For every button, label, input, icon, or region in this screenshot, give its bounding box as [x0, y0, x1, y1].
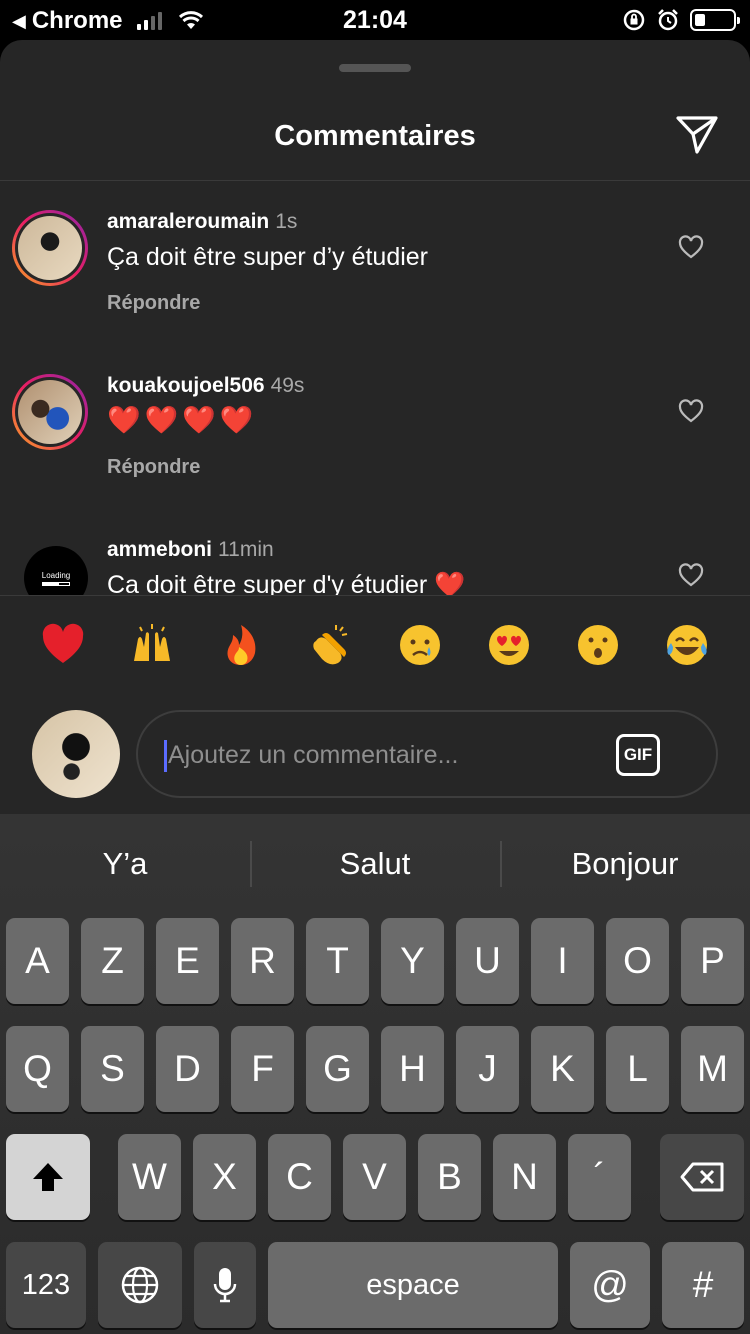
comment-username[interactable]: kouakoujoel506	[107, 374, 265, 397]
key[interactable]: I	[531, 918, 594, 1004]
comment-text: Ça doit être super d’y étudier	[107, 243, 429, 271]
status-bar: ◀ Chrome 21:04	[0, 0, 750, 40]
comment-header: ammeboni 11min	[107, 538, 274, 562]
my-avatar	[32, 710, 120, 798]
like-heart-icon[interactable]	[678, 399, 704, 425]
comment-input-placeholder: Ajoutez un commentaire...	[168, 741, 459, 769]
crying-face-icon[interactable]	[390, 621, 450, 680]
dictation-key[interactable]	[194, 1242, 256, 1328]
key[interactable]: P	[681, 918, 744, 1004]
suggestion-2[interactable]: Salut	[250, 814, 500, 914]
key[interactable]: Z	[81, 918, 144, 1004]
reply-button[interactable]: Répondre	[107, 456, 200, 479]
key[interactable]: S	[81, 1026, 144, 1112]
key[interactable]: ´	[568, 1134, 631, 1220]
comment-item: amaraleroumain 1s Ça doit être super d’y …	[0, 206, 750, 366]
comment-item: kouakoujoel506 49s ❤️❤️❤️❤️ Répondre	[0, 370, 750, 530]
comment-header: kouakoujoel506 49s	[107, 374, 304, 398]
tears-of-joy-face-icon[interactable]	[657, 621, 717, 680]
battery-icon	[690, 9, 740, 31]
key[interactable]: M	[681, 1026, 744, 1112]
comment-header: amaraleroumain 1s	[107, 210, 297, 234]
shift-key[interactable]	[6, 1134, 90, 1220]
orientation-lock-icon	[623, 9, 645, 31]
share-send-icon[interactable]	[674, 112, 720, 158]
clapping-hands-icon[interactable]	[300, 621, 360, 680]
avatar[interactable]	[12, 210, 88, 286]
key[interactable]: V	[343, 1134, 406, 1220]
globe-key[interactable]	[98, 1242, 182, 1328]
predictive-bar: Y’a Salut Bonjour	[0, 814, 750, 914]
text-caret	[164, 740, 167, 772]
at-key[interactable]: @	[570, 1242, 650, 1328]
comment-time: 11min	[218, 538, 274, 561]
avatar[interactable]	[12, 374, 88, 450]
key[interactable]: F	[231, 1026, 294, 1112]
quick-reactions-bar	[0, 595, 750, 705]
comment-input[interactable]: Ajoutez un commentaire... GIF	[136, 710, 718, 798]
key[interactable]: E	[156, 918, 219, 1004]
key[interactable]: W	[118, 1134, 181, 1220]
key[interactable]: X	[193, 1134, 256, 1220]
hash-key[interactable]: #	[662, 1242, 744, 1328]
red-heart-icon[interactable]	[33, 621, 93, 680]
globe-icon	[121, 1266, 159, 1304]
key[interactable]: Y	[381, 918, 444, 1004]
comments-sheet: Commentaires amaraleroumain 1s Ça doit êt…	[0, 40, 750, 814]
key[interactable]: B	[418, 1134, 481, 1220]
raised-hands-icon[interactable]	[122, 621, 182, 680]
backspace-icon	[680, 1162, 724, 1192]
comment-username[interactable]: amaraleroumain	[107, 210, 269, 233]
comment-time: 1s	[275, 210, 298, 233]
astonished-face-icon[interactable]	[568, 621, 628, 680]
sheet-title: Commentaires	[274, 120, 476, 152]
suggestion-1[interactable]: Y’a	[0, 814, 250, 914]
space-key[interactable]: espace	[268, 1242, 558, 1328]
fire-icon[interactable]	[211, 621, 271, 680]
microphone-icon	[213, 1268, 237, 1303]
comment-text: ❤️❤️❤️❤️	[107, 405, 258, 436]
comment-time: 49s	[270, 374, 305, 397]
drag-handle[interactable]	[339, 64, 411, 72]
suggestion-3[interactable]: Bonjour	[500, 814, 750, 914]
avatar[interactable]: Loading	[24, 546, 88, 595]
comment-username[interactable]: ammeboni	[107, 538, 212, 561]
key[interactable]: H	[381, 1026, 444, 1112]
shift-arrow-icon	[33, 1163, 63, 1191]
numbers-key[interactable]: 123	[6, 1242, 86, 1328]
heart-eyes-face-icon[interactable]	[479, 621, 539, 680]
key[interactable]: O	[606, 918, 669, 1004]
backspace-key[interactable]	[660, 1134, 744, 1220]
key[interactable]: J	[456, 1026, 519, 1112]
comment-text: Ca doit être super d'y étudier ❤️	[107, 571, 466, 595]
key[interactable]: G	[306, 1026, 369, 1112]
gif-button[interactable]: GIF	[616, 734, 660, 776]
keyboard: Y’a Salut Bonjour A Z E R T Y U I O P Q …	[0, 814, 750, 1334]
key[interactable]: K	[531, 1026, 594, 1112]
key[interactable]: C	[268, 1134, 331, 1220]
alarm-icon	[658, 9, 678, 31]
avatar-loading-label: Loading	[41, 570, 71, 580]
key[interactable]: L	[606, 1026, 669, 1112]
reply-button[interactable]: Répondre	[107, 292, 200, 315]
comments-list[interactable]: amaraleroumain 1s Ça doit être super d’y …	[0, 181, 750, 595]
key[interactable]: Q	[6, 1026, 69, 1112]
key[interactable]: T	[306, 918, 369, 1004]
like-heart-icon[interactable]	[678, 235, 704, 261]
key[interactable]: A	[6, 918, 69, 1004]
like-heart-icon[interactable]	[678, 563, 704, 589]
comment-item: Loading ammeboni 11min Ca doit être super…	[0, 534, 750, 595]
key[interactable]: U	[456, 918, 519, 1004]
key[interactable]: N	[493, 1134, 556, 1220]
key[interactable]: R	[231, 918, 294, 1004]
comment-composer: Ajoutez un commentaire... GIF	[0, 705, 750, 814]
key[interactable]: D	[156, 1026, 219, 1112]
